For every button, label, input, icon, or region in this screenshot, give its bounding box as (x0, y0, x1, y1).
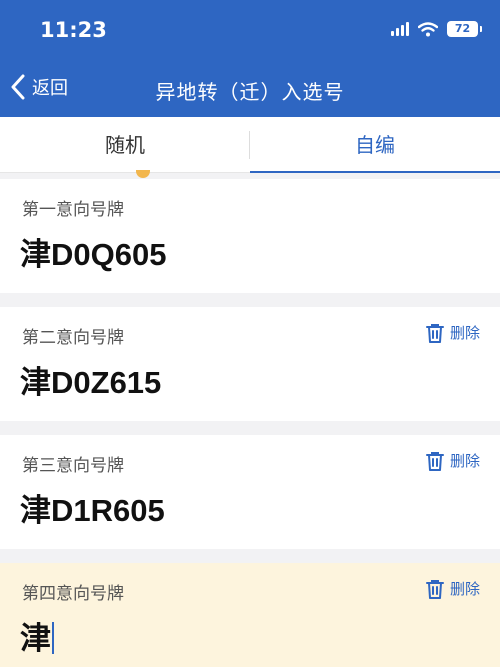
text-cursor (52, 622, 54, 654)
tab-random[interactable]: 随机 (0, 117, 250, 173)
trash-icon (425, 323, 444, 343)
status-icons: 72 (391, 21, 482, 37)
trash-icon (425, 451, 444, 471)
tab-custom[interactable]: 自编 (250, 117, 500, 173)
delete-label: 删除 (449, 580, 480, 598)
delete-button[interactable]: 删除 (425, 578, 480, 599)
plate-card-4: 第四意向号牌 删除 津 (0, 563, 500, 667)
delete-label: 删除 (449, 324, 480, 342)
page-title: 异地转（迁）入选号 (155, 80, 345, 104)
plate-label: 第四意向号牌 (22, 584, 124, 604)
delete-button[interactable]: 删除 (425, 322, 480, 343)
tab-active-indicator (250, 171, 500, 173)
plate-card-1: 第一意向号牌 津D0Q605 (0, 179, 500, 293)
plate-input[interactable]: 津D0Q605 (20, 229, 166, 274)
status-time: 11:23 (40, 18, 107, 42)
plate-label: 第一意向号牌 (22, 200, 124, 220)
plate-input-active[interactable]: 津 (20, 613, 54, 658)
plate-label: 第二意向号牌 (22, 328, 124, 348)
plate-label: 第三意向号牌 (22, 456, 124, 476)
signal-icon (391, 22, 409, 36)
plate-input[interactable]: 津D1R605 (20, 485, 165, 530)
delete-button[interactable]: 删除 (425, 450, 480, 471)
tab-bar: 随机 自编 (0, 117, 500, 173)
trash-icon (425, 579, 444, 599)
plate-input[interactable]: 津D0Z615 (20, 357, 161, 402)
nav-bar: 返回 异地转（迁）入选号 (0, 62, 500, 117)
plate-card-3: 第三意向号牌 删除 津D1R605 (0, 435, 500, 549)
delete-label: 删除 (449, 452, 480, 470)
battery-icon: 72 (447, 21, 482, 37)
plate-text: 津 (20, 621, 51, 656)
status-bar: 11:23 72 (0, 0, 500, 62)
plate-card-2: 第二意向号牌 删除 津D0Z615 (0, 307, 500, 421)
wifi-icon (418, 21, 438, 36)
